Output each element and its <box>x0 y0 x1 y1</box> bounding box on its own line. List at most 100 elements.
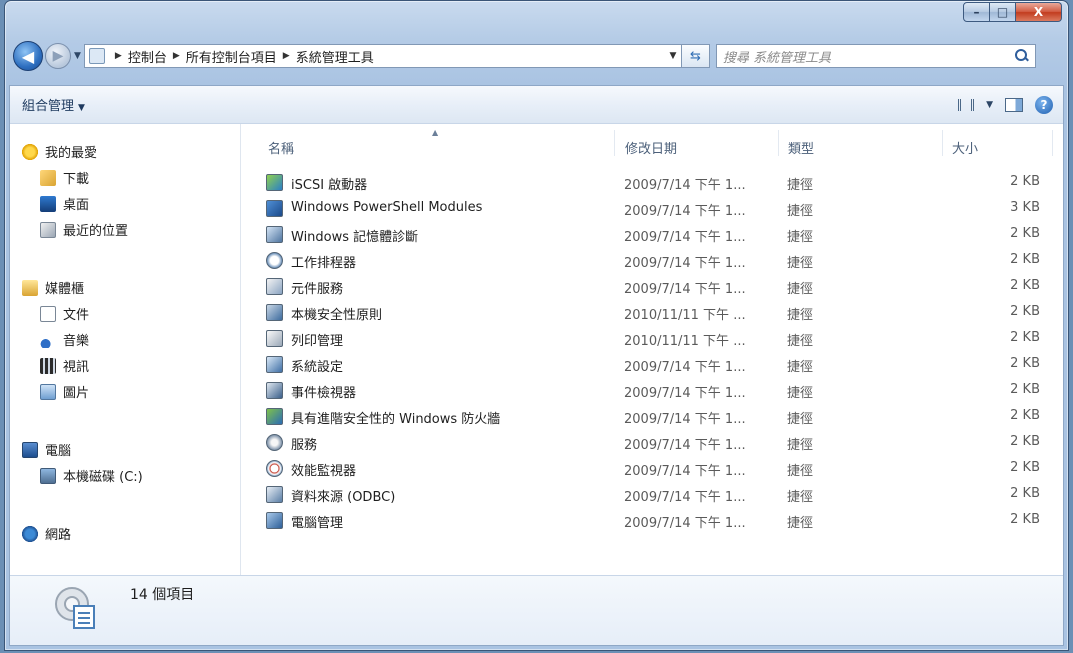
refresh-button[interactable]: ⇆ <box>681 44 710 68</box>
close-button[interactable]: X <box>1016 2 1062 22</box>
breadcrumb-separator-icon[interactable]: ▶ <box>115 51 122 61</box>
minimize-button[interactable]: – <box>963 2 990 22</box>
table-row[interactable]: 工作排程器 2009/7/14 下午 1... 捷徑 2 KB <box>242 248 1063 274</box>
table-row[interactable]: Windows 記憶體診斷 2009/7/14 下午 1... 捷徑 2 KB <box>242 222 1063 248</box>
breadcrumb-admin-tools[interactable]: 系統管理工具 <box>296 47 374 66</box>
column-divider[interactable] <box>1052 130 1053 156</box>
sidebar-item-label: 圖片 <box>63 386 90 401</box>
file-name: 工作排程器 <box>291 256 357 271</box>
change-view-icon[interactable] <box>958 98 975 111</box>
file-date: 2009/7/14 下午 1... <box>624 360 746 375</box>
admin-tools-gear-icon <box>55 587 95 629</box>
search-input[interactable]: 搜尋 系統管理工具 <box>715 44 1036 68</box>
component-services-icon <box>266 278 283 295</box>
table-row[interactable]: 列印管理 2010/11/11 下午 ... 捷徑 2 KB <box>242 326 1063 352</box>
column-header-type[interactable]: 類型 <box>788 138 814 157</box>
address-dropdown-icon[interactable]: ▼ <box>665 51 681 61</box>
videos-icon <box>40 357 56 374</box>
explorer-window: – □ X ◀ ▶ ▼ ▶ 控制台 ▶ 所有控制台項目 ▶ 系統管理工具 ▼ ⇆… <box>4 0 1069 651</box>
table-row[interactable]: 服務 2009/7/14 下午 1... 捷徑 2 KB <box>242 430 1063 456</box>
control-panel-icon <box>88 48 105 64</box>
item-count: 14 個項目 <box>130 587 195 603</box>
column-header-size[interactable]: 大小 <box>952 138 978 157</box>
file-date: 2009/7/14 下午 1... <box>624 204 746 219</box>
powershell-modules-icon <box>266 200 283 217</box>
column-divider[interactable] <box>942 130 943 156</box>
file-type: 捷徑 <box>787 308 814 323</box>
maximize-button[interactable]: □ <box>990 2 1016 22</box>
back-button[interactable]: ◀ <box>13 41 43 71</box>
column-divider[interactable] <box>614 130 615 156</box>
recent-pages-chevron-icon[interactable]: ▼ <box>74 51 81 61</box>
column-header-date[interactable]: 修改日期 <box>625 138 677 157</box>
sidebar-item-label: 電腦 <box>45 444 72 459</box>
firewall-icon <box>266 408 283 425</box>
file-type: 捷徑 <box>787 230 814 245</box>
sidebar-item-desktop[interactable]: 桌面 <box>40 194 89 213</box>
file-size: 3 KB <box>1010 200 1040 215</box>
forward-button[interactable]: ▶ <box>45 43 71 69</box>
sidebar-item-local-disk[interactable]: 本機磁碟 (C:) <box>40 466 143 485</box>
view-options-chevron-icon[interactable]: ▼ <box>986 100 993 110</box>
table-row[interactable]: 元件服務 2009/7/14 下午 1... 捷徑 2 KB <box>242 274 1063 300</box>
table-row[interactable]: 具有進階安全性的 Windows 防火牆 2009/7/14 下午 1... 捷… <box>242 404 1063 430</box>
breadcrumb-separator-icon[interactable]: ▶ <box>283 51 290 61</box>
search-icon[interactable] <box>1014 49 1029 63</box>
sidebar-item-label: 桌面 <box>63 198 90 213</box>
file-name: Windows 記憶體診斷 <box>291 230 419 245</box>
file-type: 捷徑 <box>787 256 814 271</box>
odbc-data-sources-icon <box>266 486 283 503</box>
breadcrumb-control-panel[interactable]: 控制台 <box>128 47 167 66</box>
table-row[interactable]: 電腦管理 2009/7/14 下午 1... 捷徑 2 KB <box>242 508 1063 534</box>
details-pane: 14 個項目 <box>10 575 1063 645</box>
breadcrumb-separator-icon[interactable]: ▶ <box>173 51 180 61</box>
table-row[interactable]: 資料來源 (ODBC) 2009/7/14 下午 1... 捷徑 2 KB <box>242 482 1063 508</box>
navigation-bar: ◀ ▶ ▼ ▶ 控制台 ▶ 所有控制台項目 ▶ 系統管理工具 ▼ ⇆ 搜尋 系統… <box>9 39 1064 73</box>
breadcrumb-all-items[interactable]: 所有控制台項目 <box>186 47 277 66</box>
column-header-name[interactable]: 名稱 <box>268 138 294 157</box>
navigation-pane: 我的最愛 下載 桌面 最近的位置 媒體櫃 文件 音樂 視訊 圖片 電腦 本機磁碟… <box>10 124 241 575</box>
table-row[interactable]: 事件檢視器 2009/7/14 下午 1... 捷徑 2 KB <box>242 378 1063 404</box>
local-security-policy-icon <box>266 304 283 321</box>
star-icon <box>22 143 38 160</box>
organize-menu-button[interactable]: 組合管理 ▼ <box>22 95 85 114</box>
table-row[interactable]: 效能監視器 2009/7/14 下午 1... 捷徑 2 KB <box>242 456 1063 482</box>
sidebar-item-videos[interactable]: 視訊 <box>40 356 89 375</box>
file-type: 捷徑 <box>787 438 814 453</box>
sidebar-item-downloads[interactable]: 下載 <box>40 168 89 187</box>
sidebar-item-network[interactable]: 網路 <box>22 524 71 543</box>
column-divider[interactable] <box>778 130 779 156</box>
file-type: 捷徑 <box>787 282 814 297</box>
file-name: 元件服務 <box>291 282 344 297</box>
sidebar-item-music[interactable]: 音樂 <box>40 330 89 349</box>
sidebar-item-label: 網路 <box>45 528 72 543</box>
file-date: 2009/7/14 下午 1... <box>624 282 746 297</box>
help-icon[interactable]: ? <box>1035 95 1053 114</box>
file-name: 事件檢視器 <box>291 386 357 401</box>
preview-pane-icon[interactable] <box>1005 97 1023 112</box>
file-name: 服務 <box>291 438 318 453</box>
sort-ascending-icon: ▲ <box>432 128 439 137</box>
sidebar-item-computer[interactable]: 電腦 <box>22 440 71 459</box>
sidebar-item-libraries[interactable]: 媒體櫃 <box>22 278 84 297</box>
sidebar-item-label: 下載 <box>63 172 90 187</box>
sidebar-item-documents[interactable]: 文件 <box>40 304 89 323</box>
file-date: 2009/7/14 下午 1... <box>624 490 746 505</box>
file-type: 捷徑 <box>787 516 814 531</box>
computer-icon <box>22 441 38 458</box>
sidebar-item-favorites[interactable]: 我的最愛 <box>22 142 97 161</box>
services-icon <box>266 434 283 451</box>
performance-monitor-icon <box>266 460 283 477</box>
file-type: 捷徑 <box>787 360 814 375</box>
file-size: 2 KB <box>1010 226 1040 241</box>
sidebar-item-pictures[interactable]: 圖片 <box>40 382 89 401</box>
file-name: 具有進階安全性的 Windows 防火牆 <box>291 412 501 427</box>
table-row[interactable]: 本機安全性原則 2010/11/11 下午 ... 捷徑 2 KB <box>242 300 1063 326</box>
sidebar-item-recent-places[interactable]: 最近的位置 <box>40 220 128 239</box>
table-row[interactable]: 系統設定 2009/7/14 下午 1... 捷徑 2 KB <box>242 352 1063 378</box>
table-row[interactable]: Windows PowerShell Modules 2009/7/14 下午 … <box>242 196 1063 222</box>
file-type: 捷徑 <box>787 386 814 401</box>
address-bar[interactable]: ▶ 控制台 ▶ 所有控制台項目 ▶ 系統管理工具 ▼ <box>83 44 682 68</box>
table-row[interactable]: iSCSI 啟動器 2009/7/14 下午 1... 捷徑 2 KB <box>242 170 1063 196</box>
file-size: 2 KB <box>1010 382 1040 397</box>
